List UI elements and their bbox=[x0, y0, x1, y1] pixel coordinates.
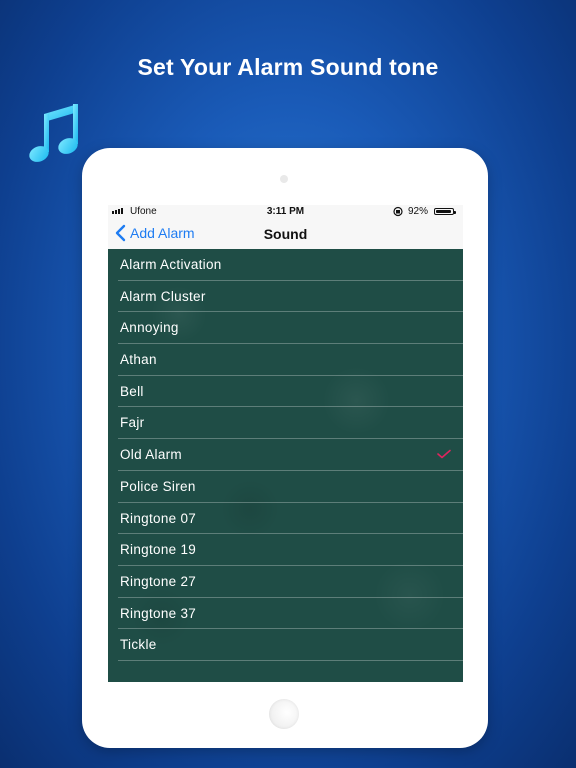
sound-list-item[interactable]: Ringtone 27 bbox=[118, 566, 463, 598]
app-screen: Ufone 3:11 PM 92% Add Alarm Sound Alarm … bbox=[108, 205, 463, 682]
sound-list-item-label: Police Siren bbox=[120, 478, 196, 494]
sound-list-item[interactable]: Tickle bbox=[118, 629, 463, 661]
tablet-frame: Ufone 3:11 PM 92% Add Alarm Sound Alarm … bbox=[82, 148, 488, 748]
sound-list-item[interactable]: Alarm Activation bbox=[118, 249, 463, 281]
sound-list-item-label: Ringtone 37 bbox=[120, 605, 197, 621]
status-bar: Ufone 3:11 PM 92% bbox=[108, 205, 463, 219]
sound-list-item-label: Ringtone 19 bbox=[120, 542, 197, 558]
battery-icon bbox=[434, 208, 456, 215]
sound-list-item-label: Ringtone 27 bbox=[120, 573, 197, 589]
sound-list-item-label: Ringtone 07 bbox=[120, 510, 197, 526]
sound-list-item[interactable]: Police Siren bbox=[118, 471, 463, 503]
headline: Set Your Alarm Sound tone bbox=[137, 54, 439, 80]
navigation-bar: Add Alarm Sound bbox=[108, 219, 463, 249]
sound-list-item-label: Annoying bbox=[120, 320, 179, 336]
sound-list-item[interactable]: Ringtone 37 bbox=[118, 598, 463, 630]
sound-list-item[interactable]: Ringtone 07 bbox=[118, 503, 463, 535]
orientation-lock-icon bbox=[393, 206, 403, 217]
sound-list-item-label: Fajr bbox=[120, 415, 145, 431]
sound-list-item[interactable]: Athan bbox=[118, 344, 463, 376]
sound-list-item[interactable]: Old Alarm bbox=[118, 439, 463, 471]
sound-list: Alarm Activation Alarm Cluster Annoying Ath… bbox=[108, 249, 463, 682]
sound-list-item[interactable]: Bell bbox=[118, 376, 463, 408]
sound-list-item[interactable]: Alarm Cluster bbox=[118, 281, 463, 313]
sound-list-item-label: Athan bbox=[120, 352, 157, 368]
sound-list-item-label: Old Alarm bbox=[120, 447, 182, 463]
sound-list-item[interactable]: Fajr bbox=[118, 407, 463, 440]
checkmark-icon bbox=[437, 449, 451, 459]
sound-list-item-label: Alarm Cluster bbox=[120, 288, 206, 304]
camera bbox=[280, 175, 288, 183]
battery-percent: 92% bbox=[408, 206, 429, 217]
nav-title: Sound bbox=[263, 226, 308, 242]
sound-list-item-label: Bell bbox=[120, 383, 144, 399]
home-button[interactable] bbox=[269, 699, 299, 729]
sound-list-item[interactable]: Ringtone 19 bbox=[118, 534, 463, 566]
music-note-icon bbox=[29, 104, 78, 162]
sound-list-item-label: Alarm Activation bbox=[120, 257, 222, 272]
sound-list-item-label: Tickle bbox=[120, 637, 157, 653]
sound-list-item[interactable]: Annoying bbox=[118, 312, 463, 345]
